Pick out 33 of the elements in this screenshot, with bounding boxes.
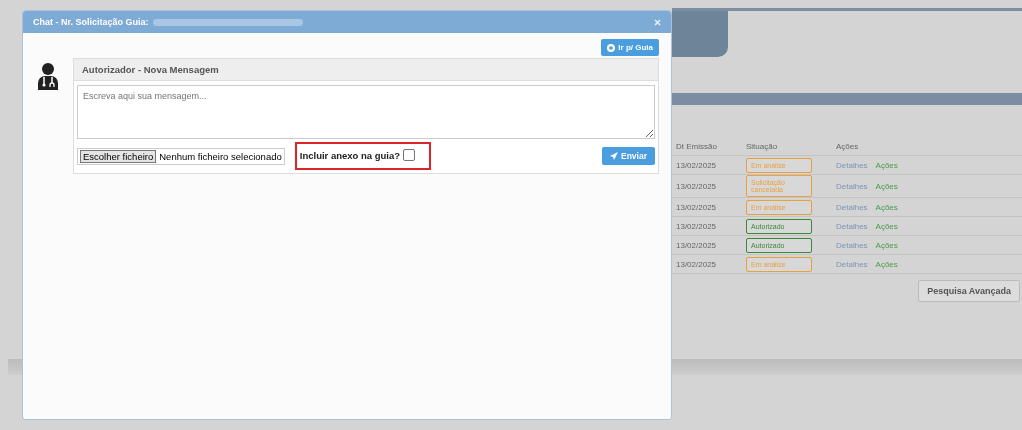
actions-link[interactable]: Ações xyxy=(875,221,898,231)
actions-link[interactable]: Ações xyxy=(875,160,898,170)
attach-label: Incluir anexo na guia? xyxy=(299,149,401,161)
doctor-icon xyxy=(37,62,59,90)
go-to-guide-button[interactable]: Ir p/ Guia xyxy=(601,39,659,56)
table-cell-text: 13/02/2025 xyxy=(675,259,718,269)
details-link[interactable]: Detalhes xyxy=(836,181,868,191)
dialog-title: Chat - Nr. Solicitação Guia: xyxy=(33,17,149,27)
actions-link[interactable]: Ações xyxy=(875,202,898,212)
column-header: Situação xyxy=(745,141,779,151)
column-header: Dt Emissão xyxy=(675,141,718,151)
details-link[interactable]: Detalhes xyxy=(836,202,868,212)
send-icon xyxy=(610,152,618,160)
details-link[interactable]: Detalhes xyxy=(836,240,868,250)
table-cell-text: 13/02/2025 xyxy=(675,221,718,231)
details-link[interactable]: Detalhes xyxy=(836,160,868,170)
actions-link[interactable]: Ações xyxy=(875,259,898,269)
file-picker[interactable]: Escolher ficheiro Nenhum ficheiro selecionado xyxy=(77,147,285,165)
panel-heading: Autorizador - Nova Mensagem xyxy=(74,59,658,81)
message-field[interactable]: Escreva aqui sua mensagem... xyxy=(77,85,655,139)
send-button[interactable]: Enviar xyxy=(602,147,655,165)
table-cell-text: 13/02/2025 xyxy=(675,181,718,191)
details-link[interactable]: Detalhes xyxy=(836,221,868,231)
attach-checkbox[interactable] xyxy=(403,149,416,161)
actions-link[interactable]: Ações xyxy=(875,181,898,191)
plus-circle-icon xyxy=(607,43,616,52)
table-cell-text: 13/02/2025 xyxy=(675,160,718,170)
table-cell-text: 13/02/2025 xyxy=(675,202,718,212)
table-cell-text: 13/02/2025 xyxy=(675,240,718,250)
actions-link[interactable]: Ações xyxy=(875,240,898,250)
column-header: Ações xyxy=(835,141,860,151)
details-link[interactable]: Detalhes xyxy=(836,259,868,269)
advanced-search-button[interactable]: Pesquisa Avançada xyxy=(918,280,1020,302)
